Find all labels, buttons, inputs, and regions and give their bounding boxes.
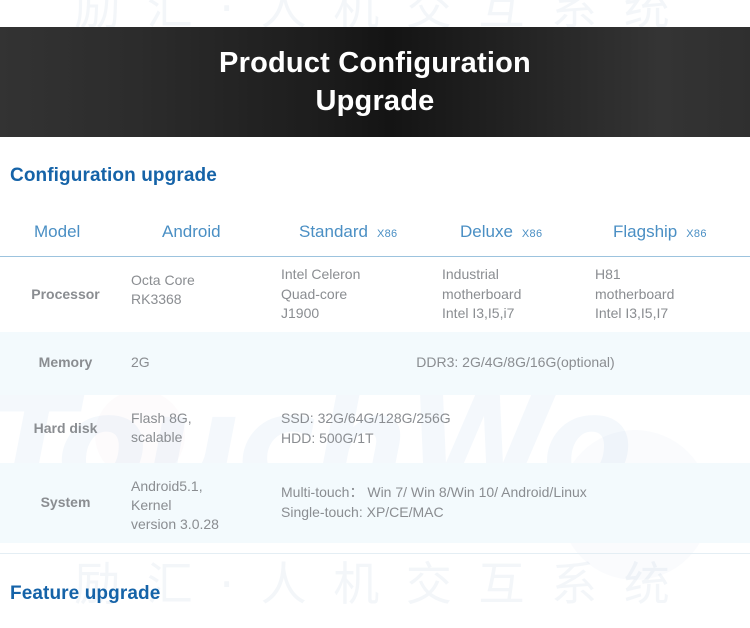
cell-processor-android-line1: Octa Core xyxy=(131,272,195,288)
cell-processor-flagship-line2: motherboard xyxy=(595,285,675,302)
cell-processor-standard-line2: Quad-core xyxy=(281,285,348,302)
page-title: Product Configuration Upgrade xyxy=(219,44,531,121)
cell-processor-deluxe-line2: motherboard xyxy=(442,285,522,302)
cell-processor-android-line2: RK3368 xyxy=(131,291,182,308)
cell-hard-disk-android-line1: Flash 8G, xyxy=(131,409,192,426)
cell-memory-merged: DDR3: 2G/4G/8G/16G(optional) xyxy=(281,331,750,395)
table-bottom-divider xyxy=(0,553,750,554)
page-title-line2: Upgrade xyxy=(315,85,435,117)
cell-system-merged: Multi-touch： Win 7/ Win 8/Win 10/ Androi… xyxy=(281,462,750,543)
cell-hard-disk-android: Flash 8G, scalable xyxy=(131,395,281,463)
cell-hard-disk-merged: SSD: 32G/64G/128G/256G HDD: 500G/1T xyxy=(281,395,750,463)
column-header-deluxe: Deluxe X86 xyxy=(442,207,595,257)
column-header-standard-arch: X86 xyxy=(377,227,398,240)
table-row-memory: Memory 2G DDR3: 2G/4G/8G/16G(optional) xyxy=(0,331,750,395)
cell-system-android: Android5.1, Kernel version 3.0.28 xyxy=(131,462,281,543)
column-header-flagship: Flagship X86 xyxy=(595,207,750,257)
feature-upgrade-heading: Feature upgrade xyxy=(10,583,161,604)
cell-memory-android-value: 2G xyxy=(131,354,150,371)
cell-hard-disk-android-line2: scalable xyxy=(131,428,183,445)
column-header-android: Android xyxy=(131,207,281,257)
column-header-android-label: Android xyxy=(162,221,221,241)
cell-system-android-line3: version 3.0.28 xyxy=(131,516,219,533)
cell-processor-flagship-line1: H81 xyxy=(595,266,621,283)
cell-memory-merged-value: DDR3: 2G/4G/8G/16G(optional) xyxy=(416,354,615,371)
table-row-system: System Android5.1, Kernel version 3.0.28… xyxy=(0,462,750,543)
column-header-model-label: Model xyxy=(34,221,81,241)
cell-processor-deluxe: Industrial motherboard Intel I3,I5,i7 xyxy=(442,257,595,332)
page-title-line1: Product Configuration xyxy=(219,46,531,79)
table-row-processor: Processor Octa Core RK3368 Intel Celeron… xyxy=(0,257,750,332)
row-label-hard-disk: Hard disk xyxy=(33,419,98,436)
cell-system-android-line2: Kernel xyxy=(131,496,172,513)
cell-hard-disk-merged-line1: SSD: 32G/64G/128G/256G xyxy=(281,410,451,427)
column-header-deluxe-label: Deluxe xyxy=(460,221,513,241)
cell-processor-flagship: H81 motherboard Intel I3,I5,I7 xyxy=(595,257,750,332)
table-header-row: Model Android Standard X86 Deluxe X86 Fl… xyxy=(0,207,750,257)
row-label-memory: Memory xyxy=(0,331,131,395)
configuration-upgrade-heading: Configuration upgrade xyxy=(10,165,217,186)
column-header-deluxe-arch: X86 xyxy=(521,227,543,240)
cell-processor-deluxe-line1: Industrial xyxy=(442,266,499,283)
column-header-flagship-arch: X86 xyxy=(686,227,707,240)
column-header-model: Model xyxy=(0,207,131,257)
column-header-flagship-label: Flagship xyxy=(613,221,678,241)
cell-system-merged-line1: Multi-touch： Win 7/ Win 8/Win 10/ Androi… xyxy=(281,484,587,501)
cell-processor-standard-line3: J1900 xyxy=(281,304,320,321)
cell-hard-disk-merged-line2: HDD: 500G/1T xyxy=(281,429,374,446)
cell-system-android-line1: Android5.1, xyxy=(131,477,203,494)
cell-processor-android: Octa Core RK3368 xyxy=(131,257,281,332)
column-header-standard: Standard X86 xyxy=(281,207,442,257)
cell-processor-flagship-line3: Intel I3,I5,I7 xyxy=(595,304,669,321)
cell-memory-android: 2G xyxy=(131,331,281,395)
table-row-hard-disk: Hard disk Flash 8G, scalable SSD: 32G/64… xyxy=(0,395,750,463)
row-label-processor: Processor xyxy=(31,285,100,302)
hero-banner: Product Configuration Upgrade xyxy=(0,27,750,137)
cell-processor-standard: Intel Celeron Quad-core J1900 xyxy=(281,257,442,332)
cell-system-merged-line2: Single-touch: XP/CE/MAC xyxy=(281,503,444,520)
cell-processor-standard-line1: Intel Celeron xyxy=(281,266,361,283)
configuration-spec-table: Model Android Standard X86 Deluxe X86 Fl… xyxy=(0,207,750,543)
row-label-system: System xyxy=(0,462,131,543)
column-header-standard-label: Standard xyxy=(299,221,368,241)
cell-processor-deluxe-line3: Intel I3,I5,i7 xyxy=(442,304,515,321)
